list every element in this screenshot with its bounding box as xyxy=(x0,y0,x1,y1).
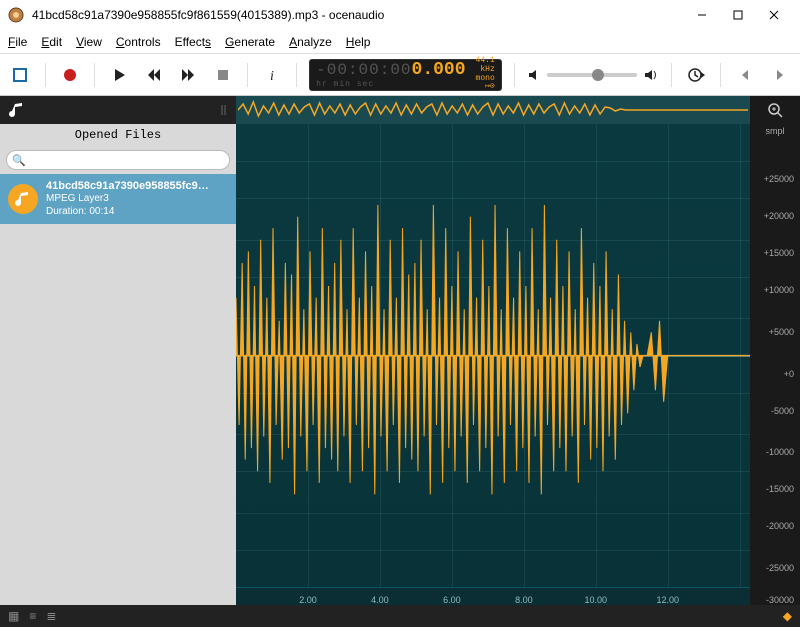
play-button[interactable] xyxy=(107,61,132,89)
amp-tick: -5000 xyxy=(771,406,794,416)
file-list-item[interactable]: 41bcd58c91a7390e958855fc9… MPEG Layer3 D… xyxy=(0,174,236,224)
volume-high-icon xyxy=(643,68,659,82)
amp-tick: -10000 xyxy=(766,447,794,457)
time-display: -00:00:000.000 hr min sec 44.1 kHz mono … xyxy=(309,59,502,91)
app-icon xyxy=(8,7,24,23)
statusbar: ▦ ≡ ≣ ◆ xyxy=(0,605,800,627)
amp-tick: -15000 xyxy=(766,484,794,494)
close-button[interactable] xyxy=(756,1,792,29)
menu-effects[interactable]: Effects xyxy=(175,35,211,49)
time-loop: ↦⊙ xyxy=(476,83,495,92)
window-title: 41bcd58c91a7390e958855fc9f861559(4015389… xyxy=(32,8,684,22)
sidebar: Opened Files 🔍 41bcd58c91a7390e958855fc9… xyxy=(0,96,236,605)
menu-controls[interactable]: Controls xyxy=(116,35,161,49)
file-format: MPEG Layer3 xyxy=(46,192,228,205)
menu-edit[interactable]: Edit xyxy=(41,35,62,49)
rewind-button[interactable] xyxy=(141,61,166,89)
status-grid-icon[interactable]: ▦ xyxy=(8,609,19,623)
menu-analyze[interactable]: Analyze xyxy=(289,35,332,49)
time-tick: 2.00 xyxy=(299,595,317,605)
time-sub-label: hr min sec xyxy=(316,80,465,89)
status-marker-icon[interactable]: ◆ xyxy=(783,609,792,623)
stop-button[interactable] xyxy=(210,61,235,89)
amp-tick: +15000 xyxy=(764,248,794,258)
amp-tick: +0 xyxy=(784,369,794,379)
waveform-area: 2.00 4.00 6.00 8.00 10.00 12.00 smpl +25… xyxy=(236,96,800,605)
file-duration: Duration: 00:14 xyxy=(46,205,228,218)
main-area: Opened Files 🔍 41bcd58c91a7390e958855fc9… xyxy=(0,96,800,605)
time-tick: 10.00 xyxy=(585,595,608,605)
time-tick: 4.00 xyxy=(371,595,389,605)
toolbar: i -00:00:000.000 hr min sec 44.1 kHz mon… xyxy=(0,54,800,96)
time-negative: -00:00:00 xyxy=(316,61,411,79)
titlebar: 41bcd58c91a7390e958855fc9f861559(4015389… xyxy=(0,0,800,30)
record-button[interactable] xyxy=(57,61,82,89)
status-list-icon[interactable]: ≡ xyxy=(29,609,36,623)
sidebar-title: Opened Files xyxy=(0,124,236,146)
menu-file[interactable]: File xyxy=(8,35,27,49)
info-button[interactable]: i xyxy=(260,61,285,89)
amplitude-scale: smpl +25000 +20000 +15000 +10000 +5000 +… xyxy=(750,96,800,605)
maximize-button[interactable] xyxy=(720,1,756,29)
time-khz: 44.1 kHz xyxy=(476,57,495,75)
waveform-overview[interactable] xyxy=(236,96,750,124)
music-note-icon xyxy=(8,101,26,119)
file-name: 41bcd58c91a7390e958855fc9… xyxy=(46,180,228,192)
volume-control[interactable] xyxy=(527,68,659,82)
amp-tick: +20000 xyxy=(764,211,794,221)
file-audio-icon xyxy=(8,184,38,214)
volume-low-icon xyxy=(527,68,541,82)
amp-tick: -25000 xyxy=(766,563,794,573)
forward-button[interactable] xyxy=(176,61,201,89)
time-tick: 6.00 xyxy=(443,595,461,605)
menubar: File Edit View Controls Effects Generate… xyxy=(0,30,800,54)
sidebar-grip-icon[interactable] xyxy=(220,103,228,117)
svg-text:i: i xyxy=(270,69,274,83)
nav-forward-button[interactable] xyxy=(767,61,792,89)
waveform-canvas[interactable] xyxy=(236,124,750,587)
status-bars-icon[interactable]: ≣ xyxy=(46,609,56,623)
time-ruler[interactable]: 2.00 4.00 6.00 8.00 10.00 12.00 xyxy=(236,587,750,605)
amp-tick: +10000 xyxy=(764,285,794,295)
menu-view[interactable]: View xyxy=(76,35,102,49)
amp-tick: +25000 xyxy=(764,174,794,184)
search-icon: 🔍 xyxy=(12,154,26,167)
volume-slider[interactable] xyxy=(547,73,637,77)
nav-back-button[interactable] xyxy=(733,61,758,89)
amp-tick: -20000 xyxy=(766,521,794,531)
time-tick: 12.00 xyxy=(656,595,679,605)
menu-help[interactable]: Help xyxy=(346,35,371,49)
selection-tool-button[interactable] xyxy=(8,61,33,89)
zoom-icon[interactable] xyxy=(750,96,800,124)
minimize-button[interactable] xyxy=(684,1,720,29)
amp-tick: +5000 xyxy=(769,327,794,337)
time-tick: 8.00 xyxy=(515,595,533,605)
history-button[interactable] xyxy=(684,61,709,89)
time-main: 0.000 xyxy=(412,60,466,80)
menu-generate[interactable]: Generate xyxy=(225,35,275,49)
sidebar-header xyxy=(0,96,236,124)
search-input[interactable] xyxy=(6,150,230,170)
amp-unit-label: smpl xyxy=(750,124,800,142)
amp-tick: -30000 xyxy=(766,595,794,605)
